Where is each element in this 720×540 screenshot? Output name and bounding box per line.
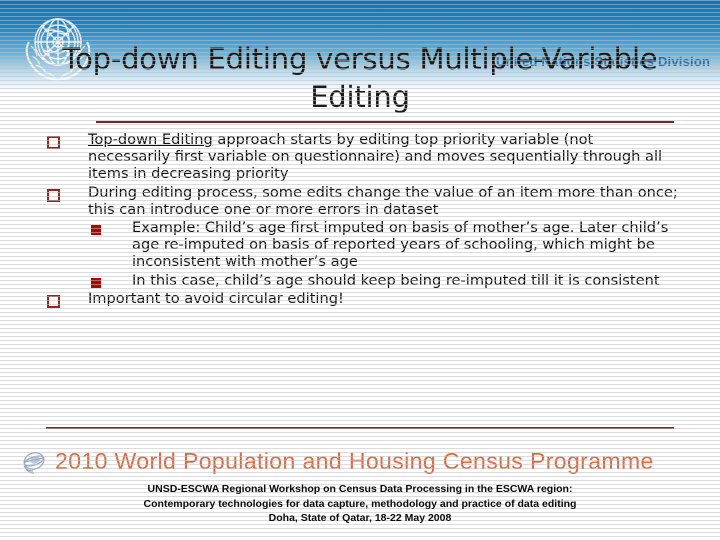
list-item: Top-down Editing approach starts by edit… — [44, 131, 680, 183]
footer-line-1: UNSD-ESCWA Regional Workshop on Census D… — [147, 483, 573, 495]
list-item-text: Top-down Editing approach starts by edit… — [88, 131, 680, 183]
hollow-square-bullet-icon — [47, 136, 60, 149]
census-programme-banner: 2010 World Population and Housing Census… — [0, 442, 720, 480]
footer-line-2: Contemporary technologies for data captu… — [143, 497, 577, 510]
filled-square-bullet-icon — [91, 277, 101, 288]
hollow-square-bullet-icon — [47, 294, 60, 308]
filled-square-bullet-icon — [91, 225, 101, 236]
footer-divider-rule — [46, 427, 674, 429]
hollow-square-bullet-icon — [47, 188, 60, 202]
list-item: Important to avoid circular editing! — [44, 289, 680, 308]
title-divider-rule — [96, 121, 674, 123]
slide-footer: UNSD-ESCWA Regional Workshop on Census D… — [0, 482, 720, 526]
list-item: During editing process, some edits chang… — [44, 184, 680, 218]
page-title: Top-down Editing versus Multiple-Variabl… — [62, 42, 658, 114]
list-item-text: In this case, child’s age should keep be… — [132, 271, 660, 289]
slide: United Nations Statistics Division Top-d… — [0, 0, 720, 540]
content-body: Top-down Editing approach starts by edit… — [44, 131, 680, 308]
footer-line-3: Doha, State of Qatar, 18-22 May 2008 — [268, 512, 452, 524]
list-item-text: During editing process, some edits chang… — [88, 183, 678, 218]
banner-title: 2010 World Population and Housing Census… — [55, 448, 654, 474]
list-item-text: Example: Child’s age first imputed on ba… — [132, 219, 669, 271]
globe-icon — [23, 452, 45, 474]
emphasized-term: Top-down Editing — [88, 131, 213, 148]
list-item-text: Important to avoid circular editing! — [88, 289, 344, 307]
list-item: In this case, child’s age should keep be… — [44, 272, 680, 289]
list-item: Example: Child’s age first imputed on ba… — [44, 219, 680, 271]
